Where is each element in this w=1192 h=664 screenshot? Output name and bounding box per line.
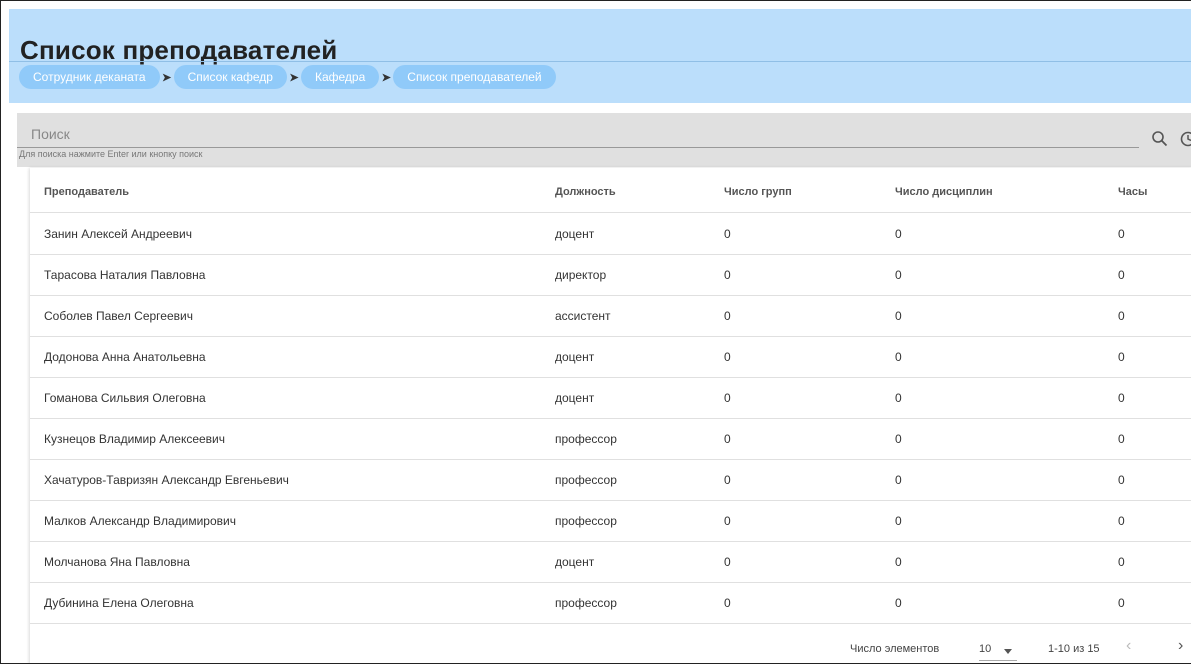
cell-disciplines: 0 <box>895 309 902 323</box>
cell-hours: 0 <box>1118 432 1125 446</box>
search-bar: Для поиска нажмите Enter или кнопку поис… <box>17 113 1191 167</box>
cell-hours: 0 <box>1118 309 1125 323</box>
cell-groups: 0 <box>724 227 731 241</box>
cell-position: доцент <box>555 555 595 569</box>
cell-disciplines: 0 <box>895 432 902 446</box>
breadcrumb-teachers[interactable]: Список преподавателей <box>393 65 556 89</box>
table-row[interactable]: Соболев Павел Сергеевич ассистент 0 0 0 <box>30 295 1191 337</box>
cell-hours: 0 <box>1118 555 1125 569</box>
table-row[interactable]: Занин Алексей Андреевич доцент 0 0 0 <box>30 213 1191 255</box>
breadcrumb-separator-icon: ➤ <box>161 71 172 84</box>
search-underline <box>17 147 1139 148</box>
table-row[interactable]: Додонова Анна Анатольевна доцент 0 0 0 <box>30 336 1191 378</box>
cell-groups: 0 <box>724 514 731 528</box>
table-row[interactable]: Тарасова Наталия Павловна директор 0 0 0 <box>30 254 1191 296</box>
table-row[interactable]: Малков Александр Владимирович профессор … <box>30 500 1191 542</box>
header-divider <box>9 61 1191 62</box>
cell-disciplines: 0 <box>895 227 902 241</box>
table-row[interactable]: Молчанова Яна Павловна доцент 0 0 0 <box>30 541 1191 583</box>
cell-groups: 0 <box>724 432 731 446</box>
cell-groups: 0 <box>724 350 731 364</box>
cell-position: профессор <box>555 432 617 446</box>
breadcrumb-departments[interactable]: Список кафедр <box>173 65 287 89</box>
cell-position: доцент <box>555 350 595 364</box>
cell-teacher: Малков Александр Владимирович <box>44 514 236 528</box>
cell-teacher: Соболев Павел Сергеевич <box>44 309 193 323</box>
search-icon[interactable] <box>1151 130 1169 148</box>
page-range: 1-10 из 15 <box>1048 643 1100 655</box>
cell-hours: 0 <box>1118 350 1125 364</box>
cell-disciplines: 0 <box>895 596 902 610</box>
cell-position: директор <box>555 268 607 282</box>
table-row[interactable]: Хачатуров-Тавризян Александр Евгеньевич … <box>30 459 1191 501</box>
caret-down-icon <box>1004 649 1012 654</box>
history-icon[interactable] <box>1179 130 1191 148</box>
pagination: Число элементов 10 1-10 из 15 ‹ › <box>30 626 1191 663</box>
cell-hours: 0 <box>1118 227 1125 241</box>
cell-position: профессор <box>555 473 617 487</box>
next-page-icon[interactable]: › <box>1178 637 1183 655</box>
app-frame: Список преподавателей Сотрудник деканата… <box>0 0 1191 664</box>
cell-teacher: Молчанова Яна Павловна <box>44 555 190 569</box>
cell-disciplines: 0 <box>895 350 902 364</box>
cell-teacher: Тарасова Наталия Павловна <box>44 268 206 282</box>
table-row[interactable]: Гоманова Сильвия Олеговна доцент 0 0 0 <box>30 377 1191 419</box>
cell-hours: 0 <box>1118 514 1125 528</box>
cell-teacher: Додонова Анна Анатольевна <box>44 350 206 364</box>
cell-disciplines: 0 <box>895 391 902 405</box>
cell-teacher: Хачатуров-Тавризян Александр Евгеньевич <box>44 473 289 487</box>
cell-disciplines: 0 <box>895 473 902 487</box>
breadcrumb-dean-staff[interactable]: Сотрудник деканата <box>19 65 160 89</box>
column-header-teacher[interactable]: Преподаватель <box>44 186 129 198</box>
cell-hours: 0 <box>1118 473 1125 487</box>
column-header-position[interactable]: Должность <box>555 186 616 198</box>
cell-position: доцент <box>555 391 595 405</box>
cell-groups: 0 <box>724 309 731 323</box>
cell-position: ассистент <box>555 309 611 323</box>
cell-disciplines: 0 <box>895 555 902 569</box>
column-header-hours[interactable]: Часы <box>1118 186 1147 198</box>
table-header: Преподаватель Должность Число групп Числ… <box>30 168 1191 213</box>
cell-hours: 0 <box>1118 268 1125 282</box>
page-size-select[interactable]: 10 <box>979 638 1017 661</box>
breadcrumb-separator-icon: ➤ <box>381 71 391 84</box>
cell-teacher: Занин Алексей Андреевич <box>44 227 192 241</box>
cell-groups: 0 <box>724 473 731 487</box>
page-header: Список преподавателей Сотрудник деканата… <box>9 9 1191 103</box>
cell-disciplines: 0 <box>895 268 902 282</box>
table-row[interactable]: Дубинина Елена Олеговна профессор 0 0 0 <box>30 582 1191 624</box>
column-header-groups[interactable]: Число групп <box>724 186 792 198</box>
cell-disciplines: 0 <box>895 514 902 528</box>
cell-teacher: Гоманова Сильвия Олеговна <box>44 391 206 405</box>
cell-groups: 0 <box>724 555 731 569</box>
cell-position: доцент <box>555 227 595 241</box>
teachers-table: Преподаватель Должность Число групп Числ… <box>30 168 1191 663</box>
cell-teacher: Дубинина Елена Олеговна <box>44 596 194 610</box>
cell-groups: 0 <box>724 268 731 282</box>
cell-groups: 0 <box>724 596 731 610</box>
cell-hours: 0 <box>1118 596 1125 610</box>
cell-position: профессор <box>555 514 617 528</box>
search-input[interactable] <box>31 126 1131 142</box>
cell-hours: 0 <box>1118 391 1125 405</box>
prev-page-icon[interactable]: ‹ <box>1126 637 1131 655</box>
page-size-label: Число элементов <box>850 643 940 655</box>
breadcrumb-separator-icon: ➤ <box>289 71 299 84</box>
cell-groups: 0 <box>724 391 731 405</box>
breadcrumb-department[interactable]: Кафедра <box>300 65 380 89</box>
cell-teacher: Кузнецов Владимир Алексеевич <box>44 432 226 446</box>
table-row[interactable]: Кузнецов Владимир Алексеевич профессор 0… <box>30 418 1191 460</box>
breadcrumb: Сотрудник деканата ➤ Список кафедр ➤ Каф… <box>19 65 556 89</box>
cell-position: профессор <box>555 596 617 610</box>
page-size-value: 10 <box>979 643 992 655</box>
search-hint: Для поиска нажмите Enter или кнопку поис… <box>19 149 203 159</box>
column-header-disciplines[interactable]: Число дисциплин <box>895 186 993 198</box>
